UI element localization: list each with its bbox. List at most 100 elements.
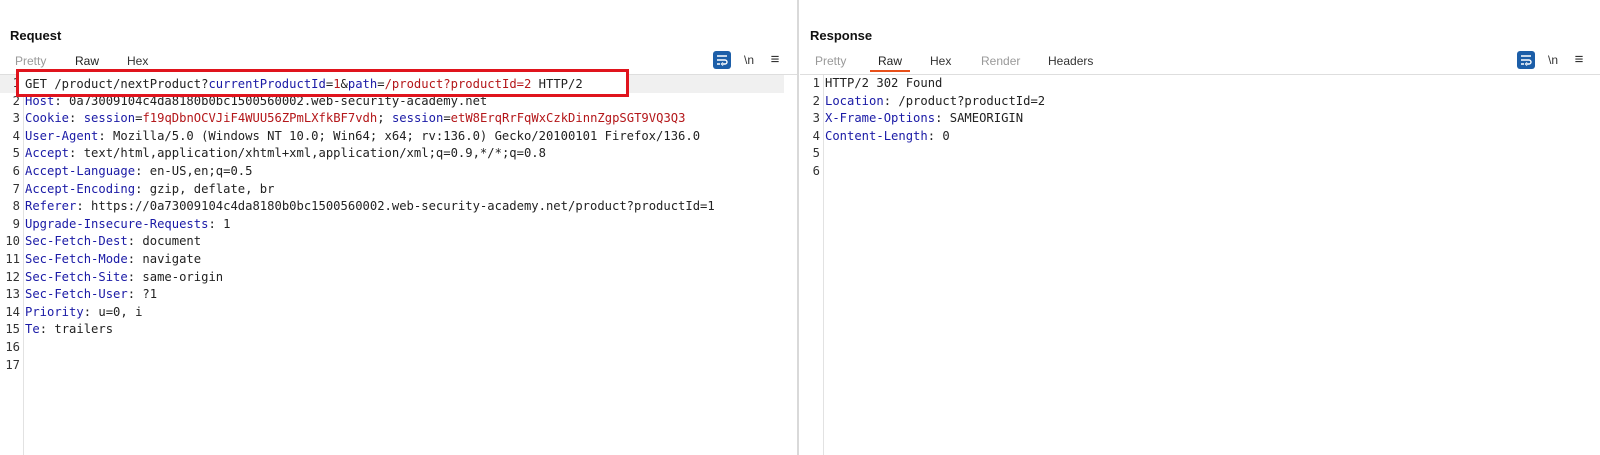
newline-toggle[interactable]: \n [741,51,757,69]
request-tab-pretty[interactable]: Pretty [15,54,46,68]
header-key: Accept-Language [25,164,136,178]
line-number: 9 [12,216,20,231]
request-line[interactable]: 11 Sec-Fetch-Mode: navigate [0,251,798,269]
response-title: Response [810,28,873,43]
highlight-box: GET /product/nextProduct?currentProductI… [16,69,629,97]
response-tab-pretty[interactable]: Pretty [815,54,846,68]
pane-divider[interactable] [797,0,799,455]
request-line[interactable]: 5 Accept: text/html,application/xhtml+xml… [0,145,798,163]
header-key: User-Agent [25,128,99,143]
line-content: Referer: https://0a73009104c4da8180b0bc1… [25,198,715,216]
request-line[interactable]: 16 [0,339,798,357]
line-number: 15 [5,322,20,337]
request-tab-hex[interactable]: Hex [127,54,148,68]
response-line[interactable]: 6 [800,163,1600,181]
line-number: 11 [5,252,20,266]
header-key: path [347,77,378,91]
header-key: session [83,111,136,126]
line-number: 4 [12,128,20,143]
line-number: 8 [12,199,20,214]
line-number: 6 [12,164,20,178]
param-value: /product?productId=2 [384,77,532,91]
line-content: GET /product/nextProduct?currentProductI… [25,76,583,94]
line-number: 13 [5,287,20,302]
header-key: currentProductId [208,77,326,91]
response-line[interactable]: 1 HTTP/2 302 Found [800,75,1600,93]
response-tab-raw[interactable]: Raw [869,54,911,72]
request-line[interactable]: 17 [0,357,798,375]
code-text: = [443,111,451,126]
request-line[interactable]: 10 Sec-Fetch-Dest: document [0,233,798,251]
header-key: X-Frame-Options [825,111,936,126]
line-content: User-Agent: Mozilla/5.0 (Windows NT 10.0… [25,128,700,146]
line-number: 4 [812,128,820,143]
code-text: GET /product/nextProduct? [25,77,209,91]
line-content: Upgrade-Insecure-Requests: 1 [25,216,230,234]
response-tab-hex[interactable]: Hex [930,54,951,68]
header-key: session [391,111,444,126]
line-number: 14 [5,304,20,319]
line-number: 5 [812,146,820,161]
line-content: Sec-Fetch-User: ?1 [25,286,157,304]
request-line[interactable]: 15 Te: trailers [0,321,798,339]
line-number: 7 [12,181,20,196]
response-tab-render[interactable]: Render [981,54,1020,68]
hamburger-menu-icon[interactable]: ≡ [1571,51,1587,69]
param-value: 1 [333,77,341,91]
line-number: 3 [12,111,20,126]
request-line[interactable]: 14 Priority: u=0, i [0,304,798,322]
line-number: 16 [5,340,20,354]
line-number: 6 [812,164,820,178]
request-line[interactable]: 8 Referer: https://0a73009104c4da8180b0bc… [0,198,798,216]
line-number: 1 [812,76,820,90]
code-text: HTTP/2 302 Found [825,76,943,90]
code-text: : 1 [208,216,231,231]
line-content: Content-Length: 0 [825,128,950,146]
hamburger-menu-icon[interactable]: ≡ [767,51,783,69]
request-line[interactable]: 6 Accept-Language: en-US,en;q=0.5 [0,163,798,181]
code-text: : en-US,en;q=0.5 [135,164,253,178]
line-content: Accept-Language: en-US,en;q=0.5 [25,163,252,181]
header-key: Sec-Fetch-Mode [25,252,128,266]
request-line[interactable]: 7 Accept-Encoding: gzip, deflate, br [0,181,798,199]
line-content: Accept-Encoding: gzip, deflate, br [25,181,274,199]
line-number: 12 [5,269,20,284]
word-wrap-icon[interactable] [1517,51,1535,69]
request-tab-raw[interactable]: Raw [66,54,108,72]
line-content: Sec-Fetch-Dest: document [25,233,201,251]
param-value: f19qDbnOCVJiF4WUU56ZPmLXfkBF7vdh [142,111,378,126]
code-text: : gzip, deflate, br [135,181,275,196]
header-key: Sec-Fetch-Site [25,269,128,284]
header-key: Sec-Fetch-Dest [25,234,128,249]
code-text: : SAMEORIGIN [935,111,1024,126]
code-text: : Mozilla/5.0 (Windows NT 10.0; Win64; x… [98,128,701,143]
code-text: : [69,111,84,126]
request-line[interactable]: 9 Upgrade-Insecure-Requests: 1 [0,216,798,234]
header-key: Upgrade-Insecure-Requests [25,216,209,231]
line-content: Sec-Fetch-Site: same-origin [25,269,223,287]
header-key: Te [25,322,40,337]
request-line-1-highlighted[interactable]: GET /product/nextProduct?currentProductI… [19,76,626,94]
response-tab-headers[interactable]: Headers [1048,54,1093,68]
code-text: & [340,77,348,91]
line-number: 10 [5,234,20,249]
code-text: : document [127,234,202,249]
header-key: Referer [25,199,77,214]
request-line[interactable]: 4 User-Agent: Mozilla/5.0 (Windows NT 10.… [0,128,798,146]
code-text: : same-origin [127,269,224,284]
header-key: Sec-Fetch-User [25,287,128,302]
param-value: etW8ErqRrFqWxCzkDinnZgpSGT9VQ3Q3 [450,111,686,126]
request-line[interactable]: 13 Sec-Fetch-User: ?1 [0,286,798,304]
request-line[interactable]: 3 Cookie: session=f19qDbnOCVJiF4WUU56ZPmL… [0,110,798,128]
response-line[interactable]: 5 [800,145,1600,163]
request-line[interactable]: 12 Sec-Fetch-Site: same-origin [0,269,798,287]
response-line[interactable]: 3 X-Frame-Options: SAMEORIGIN [800,110,1600,128]
line-content: Cookie: session=f19qDbnOCVJiF4WUU56ZPmLX… [25,110,685,128]
newline-toggle[interactable]: \n [1545,51,1561,69]
line-content: Priority: u=0, i [25,304,142,322]
response-line[interactable]: 4 Content-Length: 0 [800,128,1600,146]
code-text: = [377,77,385,91]
line-content: HTTP/2 302 Found [825,75,942,93]
word-wrap-icon[interactable] [713,51,731,69]
response-line[interactable]: 2 Location: /product?productId=2 [800,93,1600,111]
